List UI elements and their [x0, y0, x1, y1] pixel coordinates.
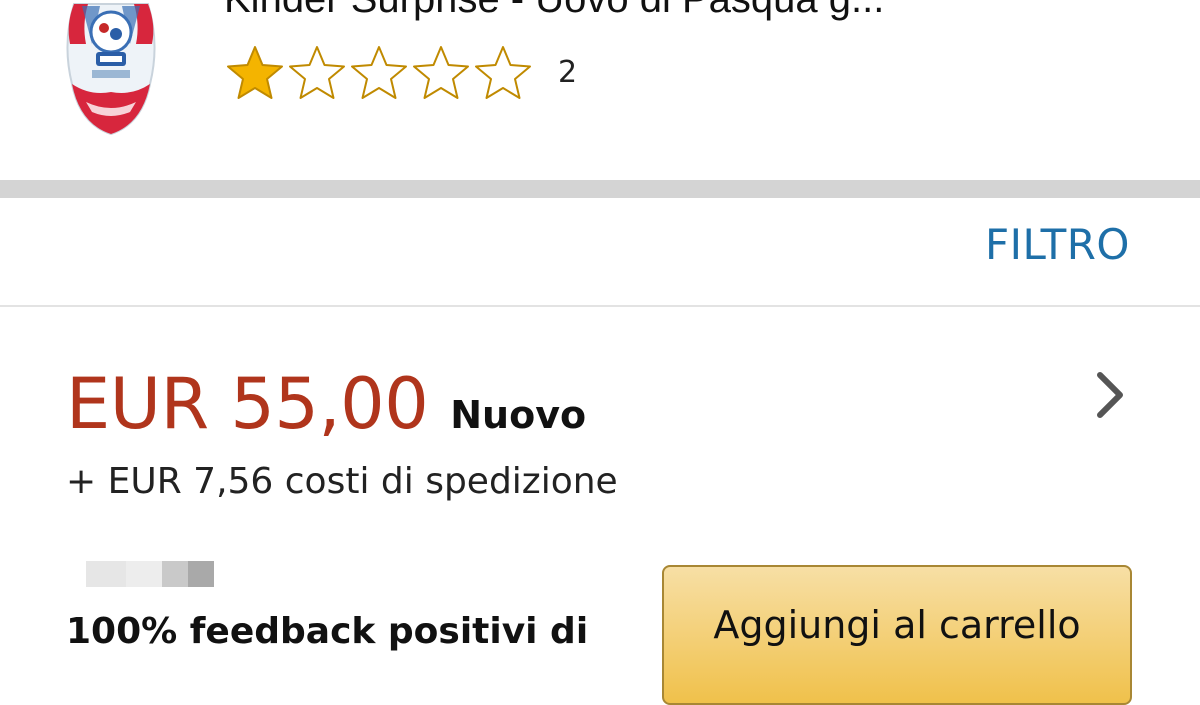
offer-condition: Nuovo [450, 393, 587, 437]
rating-count[interactable]: 2 [558, 55, 577, 90]
seller-name-redacted[interactable] [86, 561, 214, 587]
add-to-cart-button[interactable]: Aggiungi al carrello [662, 565, 1132, 705]
product-title[interactable]: Kinder Surprise - Uovo di Pasqua g... [224, 0, 1124, 22]
star-rating[interactable]: 2 [224, 42, 577, 102]
star-empty-icon [413, 46, 469, 99]
filter-bar: FILTRO [0, 198, 1200, 306]
offer-listing[interactable]: EUR 55,00 Nuovo + EUR 7,56 costi di sped… [0, 307, 1200, 705]
product-header: Kinder Surprise - Uovo di Pasqua g... 2 [0, 0, 1200, 180]
kinder-egg-icon [66, 3, 156, 136]
add-to-cart-label: Aggiungi al carrello [713, 603, 1081, 647]
shipping-cost: + EUR 7,56 costi di spedizione [66, 461, 618, 502]
chevron-right-icon[interactable] [1090, 367, 1130, 423]
offer-price: EUR 55,00 [66, 363, 429, 445]
product-image[interactable] [52, 0, 170, 140]
star-empty-icon [289, 46, 345, 99]
star-empty-icon [475, 46, 531, 99]
star-empty-icon [351, 46, 407, 99]
section-divider [0, 180, 1200, 198]
price-row: EUR 55,00 Nuovo [66, 363, 586, 445]
star-filled-icon [227, 46, 283, 99]
filter-button[interactable]: FILTRO [985, 220, 1130, 269]
seller-feedback: 100% feedback positivi di [66, 611, 589, 652]
